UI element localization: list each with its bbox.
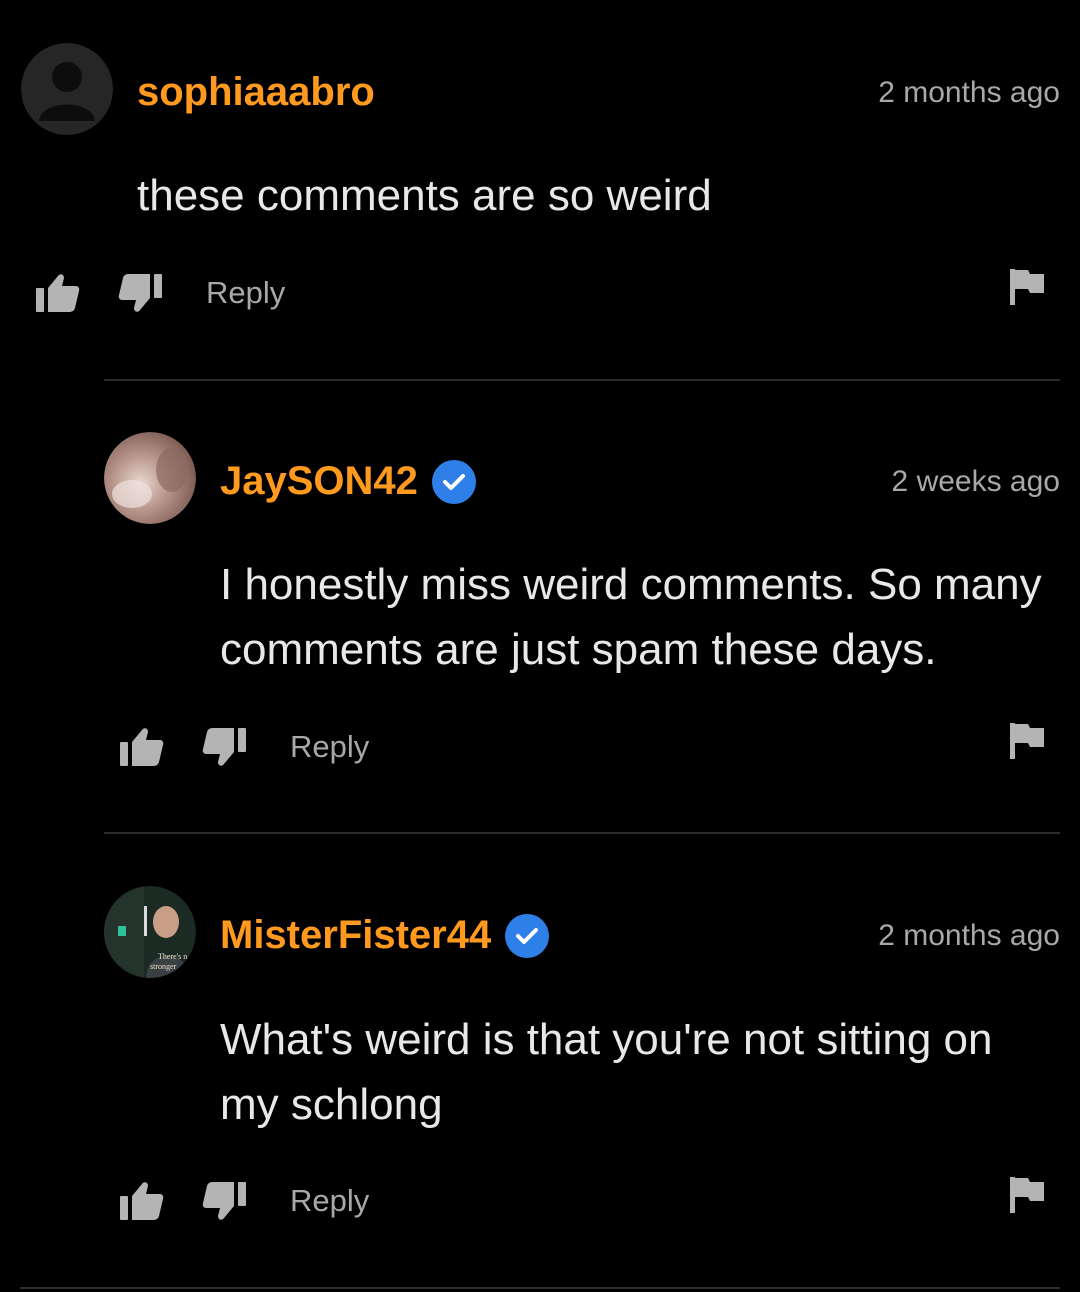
- avatar-caption: There's n: [158, 952, 187, 961]
- thumbs-up-icon[interactable]: [118, 1178, 164, 1224]
- avatar-jayson42[interactable]: [104, 432, 196, 524]
- comment-username[interactable]: MisterFister44: [220, 913, 550, 958]
- comment-text: What's weird is that you're not sitting …: [220, 1015, 993, 1129]
- comment-text: these comments are so weird: [137, 171, 712, 220]
- avatar-misterfister44[interactable]: There's n stronger: [104, 886, 196, 978]
- comment-1: sophiaaabro 2 months ago these comments …: [0, 0, 1080, 380]
- user-photo-avatar: [104, 432, 196, 524]
- flag-icon[interactable]: [1008, 267, 1046, 307]
- thumbs-up-icon[interactable]: [34, 270, 80, 316]
- thumbs-up-icon[interactable]: [118, 724, 164, 770]
- verified-check-icon: [431, 459, 476, 504]
- verified-check-icon: [505, 913, 550, 958]
- avatar-default[interactable]: [21, 43, 113, 135]
- comment-actions: Reply: [118, 722, 369, 772]
- reply-button[interactable]: Reply: [206, 275, 285, 311]
- comment-text: I honestly miss weird comments. So many …: [220, 560, 1042, 674]
- thumbs-down-icon[interactable]: [118, 270, 164, 316]
- comment-actions: Reply: [118, 1176, 369, 1226]
- reply-button[interactable]: Reply: [290, 729, 369, 765]
- divider: [20, 1287, 1060, 1289]
- user-silhouette-icon: [21, 43, 113, 135]
- reply-button[interactable]: Reply: [290, 1183, 369, 1219]
- user-photo-avatar: There's n stronger: [104, 886, 196, 978]
- thumbs-down-icon[interactable]: [202, 1178, 248, 1224]
- avatar-caption: stronger: [150, 962, 177, 971]
- comment-username[interactable]: sophiaaabro: [137, 70, 375, 115]
- comment-timestamp: 2 months ago: [878, 919, 1060, 952]
- divider: [104, 832, 1060, 834]
- flag-icon[interactable]: [1008, 721, 1046, 761]
- comment-timestamp: 2 weeks ago: [891, 465, 1060, 498]
- thumbs-down-icon[interactable]: [202, 724, 248, 770]
- comment-timestamp: 2 months ago: [878, 76, 1060, 109]
- flag-icon[interactable]: [1008, 1175, 1046, 1215]
- comment-username[interactable]: JaySON42: [220, 459, 476, 504]
- comment-actions: Reply: [34, 268, 285, 318]
- divider: [104, 379, 1060, 381]
